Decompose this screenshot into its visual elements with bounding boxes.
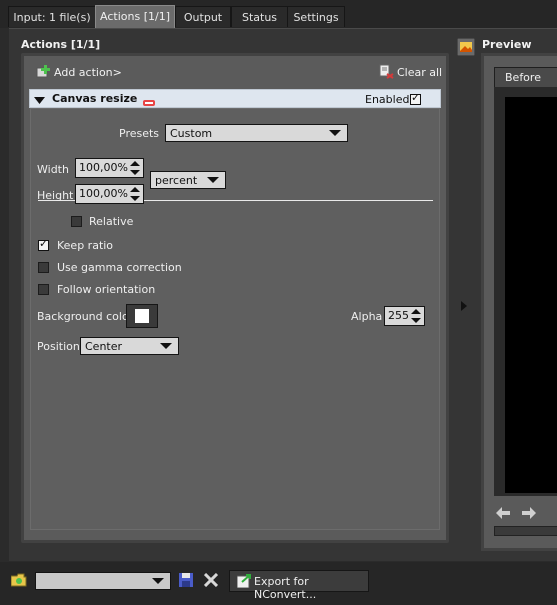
action-body: Presets Custom Width 100,00% Height 100,… [30,108,440,530]
add-action-icon[interactable] [36,65,52,82]
export-label: Export for NConvert... [254,575,317,601]
background-color-button[interactable] [126,304,158,328]
export-nconvert-button[interactable]: Export for NConvert... [229,570,369,601]
background-color-label: Background color [37,310,134,323]
relative-checkbox[interactable] [71,216,82,227]
enabled-label: Enabled [365,93,410,106]
chevron-down-icon [160,343,172,349]
preview-scrollbar[interactable] [494,526,557,536]
spin-up-icon[interactable] [130,187,140,192]
position-label: Position [37,340,80,353]
width-label: Width [37,163,69,176]
preview-frame [494,87,557,496]
presets-label: Presets [119,127,160,140]
unit-select[interactable]: percent [150,171,226,189]
actions-title: Actions [1/1] [21,38,101,51]
spin-down-icon[interactable] [130,170,140,175]
previous-arrow-icon[interactable] [496,507,510,522]
action-preset-select[interactable] [35,572,171,590]
chevron-down-icon [329,130,341,136]
keep-ratio-checkbox[interactable] [38,237,49,251]
tab-settings[interactable]: Settings [287,6,345,27]
save-icon[interactable] [179,573,193,590]
presets-select[interactable]: Custom [165,124,348,142]
actions-panel: Add action> Clear all Canvas resize Enab… [21,53,449,543]
delete-icon[interactable] [203,572,219,590]
gamma-checkbox[interactable] [38,262,49,273]
width-value: 100,00% [79,161,128,174]
chevron-down-icon [152,578,164,584]
tab-actions[interactable]: Actions [1/1] [95,5,175,28]
height-value: 100,00% [79,187,128,200]
spin-down-icon[interactable] [411,318,421,323]
tab-before[interactable]: Before [494,67,557,87]
actions-toolbar: Add action> Clear all [24,56,446,90]
clear-all-icon[interactable] [378,64,394,82]
width-spinbox[interactable]: 100,00% [75,158,144,178]
spin-down-icon[interactable] [130,196,140,201]
spin-up-icon[interactable] [411,309,421,314]
height-label: Height [37,189,74,202]
export-icon [236,574,251,591]
alpha-spinbox[interactable]: 255 [384,306,425,326]
alpha-value: 255 [388,309,409,322]
tab-before-label: Before [505,71,541,84]
follow-orientation-checkbox[interactable] [38,284,49,295]
open-folder-icon[interactable] [10,573,27,590]
add-action-button[interactable]: Add action> [54,66,122,79]
keep-ratio-label: Keep ratio [57,239,114,252]
background-color-swatch [135,309,149,323]
spin-up-icon[interactable] [130,161,140,166]
preview-toggle-icon[interactable] [456,37,476,59]
clear-all-button[interactable]: Clear all [397,66,442,79]
preview-panel: Before [481,53,557,551]
tab-output[interactable]: Output [175,6,231,27]
enabled-checkbox[interactable] [410,91,421,105]
gamma-label: Use gamma correction [57,261,182,274]
action-name: Canvas resize [52,92,138,105]
height-spinbox[interactable]: 100,00% [75,184,144,204]
presets-value: Custom [170,127,213,140]
unit-value: percent [155,174,198,187]
position-select[interactable]: Center [80,337,179,355]
position-value: Center [85,340,123,353]
preview-title: Preview [482,38,532,51]
expand-preview-arrow-icon[interactable] [461,301,467,314]
tab-input[interactable]: Input: 1 file(s) [8,6,96,27]
preview-image [505,97,557,493]
action-header-canvas-resize[interactable]: Canvas resize Enabled [29,89,441,108]
relative-label: Relative [89,215,134,228]
follow-orientation-label: Follow orientation [57,283,156,296]
chevron-down-icon [207,177,219,183]
tab-status[interactable]: Status [231,6,288,27]
alpha-label: Alpha [351,310,383,323]
next-arrow-icon[interactable] [522,507,536,522]
main-tabbar: Input: 1 file(s) Actions [1/1] Output St… [0,0,557,28]
collapse-triangle-icon[interactable] [34,95,45,108]
